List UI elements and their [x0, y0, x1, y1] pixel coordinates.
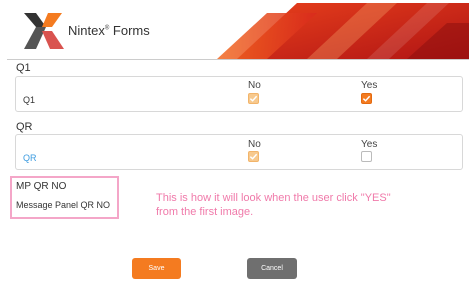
form-header: Nintex® Forms — [7, 3, 469, 60]
mp-panel-message: Message Panel QR NO — [16, 200, 111, 210]
qr-no-checkbox[interactable] — [248, 151, 259, 162]
checkmark-icon — [249, 153, 258, 160]
qr-panel: No Yes QR — [15, 134, 463, 170]
qr-row-label: QR — [23, 153, 37, 163]
nintex-logo-icon — [24, 13, 64, 49]
q1-col-yes-header: Yes — [361, 80, 378, 91]
qr-col-yes-header: Yes — [361, 139, 378, 150]
q1-no-checkbox[interactable] — [248, 93, 259, 104]
q1-panel: No Yes Q1 — [15, 76, 463, 112]
qr-yes-checkbox[interactable] — [361, 151, 372, 162]
brand-product: Forms — [112, 23, 150, 38]
checkmark-icon — [249, 95, 258, 102]
save-button[interactable]: Save — [132, 258, 181, 279]
cancel-button[interactable]: Cancel — [247, 258, 297, 279]
annotation-note: This is how it will look when the user c… — [156, 192, 391, 218]
brand-reg-mark: ® — [104, 25, 110, 32]
q1-section-title: Q1 — [16, 62, 31, 74]
q1-row-label: Q1 — [23, 95, 36, 105]
header-banner-graphic — [217, 3, 469, 59]
q1-yes-checkbox[interactable] — [361, 93, 372, 104]
brand-name: Nintex — [68, 23, 105, 38]
q1-col-no-header: No — [248, 80, 261, 91]
brand-wordmark: Nintex® Forms — [68, 23, 150, 38]
qr-section-title: QR — [16, 121, 33, 133]
checkmark-icon — [362, 95, 371, 102]
qr-col-no-header: No — [248, 139, 261, 150]
mp-panel-label: MP QR NO — [16, 181, 67, 192]
